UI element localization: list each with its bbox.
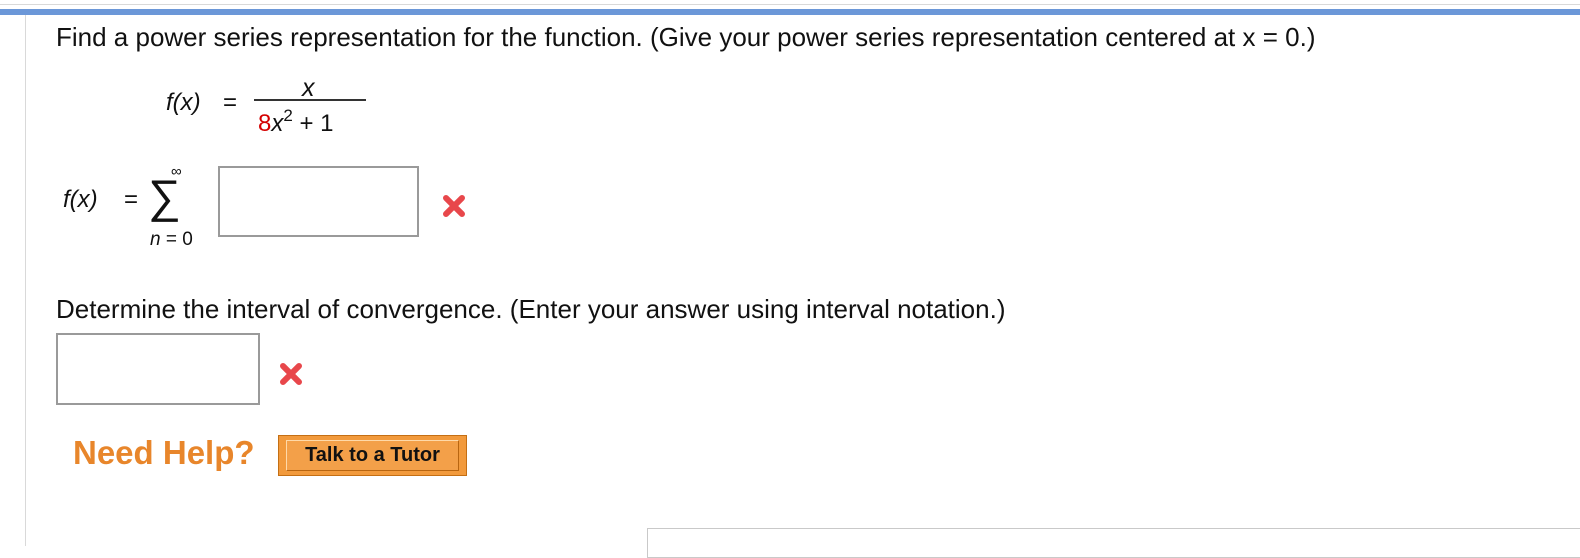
series-function-label: f(x) [63, 186, 98, 213]
sum-lower-limit: n = 0 [150, 229, 193, 251]
sum-index-variable: n [150, 229, 161, 250]
next-panel [647, 528, 1580, 558]
denominator-coefficient: 8 [258, 110, 272, 137]
series-equals-sign: = [124, 186, 139, 213]
fraction-denominator: 8x2 + 1 [258, 106, 334, 138]
talk-to-tutor-label: Talk to a Tutor [286, 440, 459, 471]
incorrect-x-icon [278, 361, 304, 387]
series-term-input[interactable] [218, 166, 419, 237]
talk-to-tutor-button[interactable]: Talk to a Tutor [278, 435, 467, 476]
question-header-bar [0, 9, 1580, 15]
fraction-bar [254, 99, 366, 101]
equals-sign: = [223, 89, 238, 116]
denominator-exponent: 2 [283, 106, 293, 125]
function-label: f(x) [166, 89, 201, 116]
left-border [25, 15, 26, 546]
denominator-variable: x [271, 110, 284, 137]
sigma-symbol: ∑ [148, 170, 181, 222]
interval-input[interactable] [56, 333, 260, 405]
need-help-label: Need Help? [73, 434, 255, 471]
sum-index-start: = 0 [160, 229, 193, 250]
denominator-constant: + 1 [292, 110, 334, 137]
question-text: Find a power series representation for t… [56, 22, 1316, 52]
incorrect-x-icon [441, 193, 467, 219]
interval-question-text: Determine the interval of convergence. (… [56, 294, 1006, 324]
top-divider [0, 4, 1580, 5]
